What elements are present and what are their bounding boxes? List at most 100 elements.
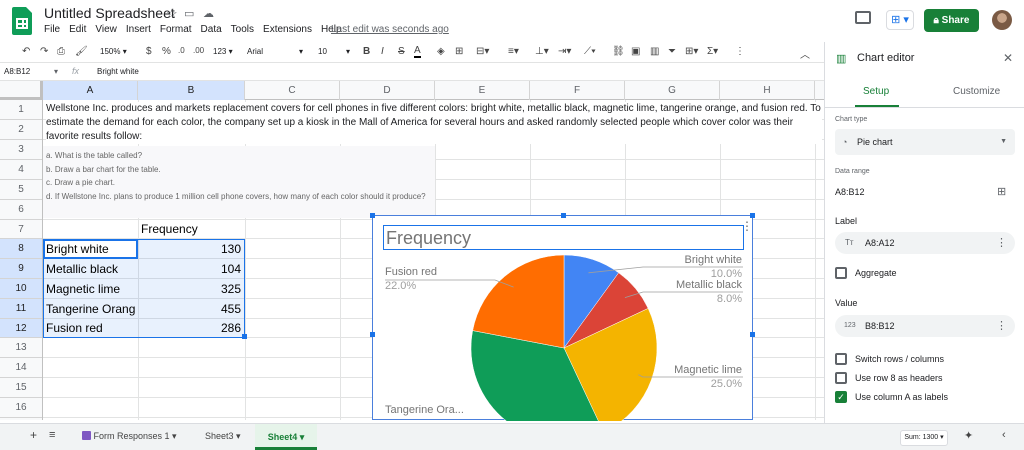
fill-handle[interactable] [242, 334, 247, 339]
more-tools-icon[interactable]: ⋮ [735, 46, 745, 57]
column-header-h[interactable]: H [720, 81, 815, 100]
row-header-6[interactable]: 6 [0, 200, 42, 220]
menu-view[interactable]: View [95, 24, 117, 35]
align-vertical-icon[interactable]: ⊥▾ [535, 46, 549, 57]
move-folder-icon[interactable]: ▭ [184, 7, 194, 20]
present-button[interactable]: ⊞ ▾ [886, 10, 914, 30]
table-row-freq[interactable]: 286 [141, 321, 241, 335]
switch-rows-columns-checkbox[interactable] [835, 353, 847, 365]
share-button[interactable]: 🔒︎ Share [924, 9, 979, 32]
text-wrap-icon[interactable]: ⇥▾ [558, 46, 571, 57]
sheets-logo-icon[interactable] [12, 7, 32, 35]
chart-type-select[interactable]: ◔ Pie chart ▼ [835, 129, 1015, 155]
row-header-8[interactable]: 8 [0, 239, 42, 259]
functions-icon[interactable]: Σ▾ [707, 46, 718, 57]
currency-format-button[interactable]: $ [146, 46, 152, 57]
row-header-5[interactable]: 5 [0, 180, 42, 200]
row-header-12[interactable]: 12 [0, 319, 42, 338]
tab-customize[interactable]: Customize [953, 86, 1000, 97]
increase-decimal-button[interactable]: .00 [193, 46, 204, 55]
menu-data[interactable]: Data [201, 24, 222, 35]
star-icon[interactable]: ☆ [166, 6, 178, 22]
print-icon[interactable]: ⎙ [57, 46, 65, 57]
row-header-13[interactable]: 13 [0, 338, 42, 358]
use-column-a-labels-checkbox[interactable]: ✓ [835, 391, 847, 403]
insert-comment-icon[interactable]: ▣ [631, 46, 640, 57]
all-sheets-icon[interactable]: ≡ [49, 429, 55, 441]
menu-edit[interactable]: Edit [69, 24, 86, 35]
column-header-a[interactable]: A [43, 81, 138, 100]
row-header-4[interactable]: 4 [0, 160, 42, 180]
sheet-tab-sheet3[interactable]: Sheet3 ▾ [205, 431, 241, 442]
table-row-freq[interactable]: 104 [141, 262, 241, 276]
column-header-c[interactable]: C [245, 81, 340, 100]
font-select[interactable]: Arial ▾ [247, 45, 305, 59]
sum-indicator[interactable]: Sum: 1300 ▾ [900, 430, 948, 446]
tab-setup[interactable]: Setup [863, 86, 889, 97]
row-header-15[interactable]: 15 [0, 378, 42, 398]
document-title[interactable]: Untitled Spreadsheet [44, 5, 175, 21]
redo-icon[interactable]: ↷ [40, 46, 48, 57]
table-row-color[interactable]: Metallic black [46, 262, 138, 276]
menu-insert[interactable]: Insert [126, 24, 151, 35]
table-row-freq[interactable]: 130 [141, 242, 241, 256]
select-range-icon[interactable]: ⊞ [997, 185, 1006, 198]
menu-extensions[interactable]: Extensions [263, 24, 312, 35]
text-rotation-icon[interactable]: ⟋▾ [584, 46, 596, 57]
decrease-decimal-button[interactable]: .0 [178, 46, 185, 55]
cloud-status-icon[interactable]: ☁ [203, 7, 214, 20]
frequency-header-cell[interactable]: Frequency [141, 222, 241, 236]
data-range-value[interactable]: A8:B12 [835, 187, 865, 197]
name-box[interactable]: A8:B12 ▾ [4, 67, 62, 76]
row-header-3[interactable]: 3 [0, 140, 42, 160]
column-header-f[interactable]: F [530, 81, 625, 100]
fill-color-icon[interactable]: ◈ [437, 46, 445, 57]
more-options-icon[interactable]: ⋮ [996, 232, 1007, 254]
row-header-16[interactable]: 16 [0, 398, 42, 418]
select-all-corner[interactable] [0, 81, 43, 100]
row-header-2[interactable]: 2 [0, 120, 42, 140]
sheet-tab-form-responses[interactable]: Form Responses 1 ▾ [82, 431, 177, 442]
row-header-1[interactable]: 1 [0, 100, 42, 120]
table-row-freq[interactable]: 455 [141, 302, 241, 316]
row-header-10[interactable]: 10 [0, 279, 42, 299]
use-row-8-headers-checkbox[interactable] [835, 372, 847, 384]
align-horizontal-icon[interactable]: ≡▾ [508, 46, 519, 57]
value-range[interactable]: 123 B8:B12 ⋮ [835, 315, 1015, 337]
column-header-d[interactable]: D [340, 81, 435, 100]
strikethrough-button[interactable]: S [398, 46, 405, 57]
text-color-button[interactable]: A [414, 46, 421, 58]
column-header-e[interactable]: E [435, 81, 530, 100]
italic-button[interactable]: I [381, 46, 384, 57]
more-formats-button[interactable]: 123 ▾ [213, 45, 233, 59]
column-header-g[interactable]: G [625, 81, 720, 100]
percent-format-button[interactable]: % [162, 46, 171, 57]
merge-cells-icon[interactable]: ⊟▾ [476, 46, 489, 57]
menu-format[interactable]: Format [160, 24, 192, 35]
filter-icon[interactable]: ⏷ [668, 46, 676, 57]
row-header-14[interactable]: 14 [0, 358, 42, 378]
bold-button[interactable]: B [363, 46, 370, 57]
table-row-freq[interactable]: 325 [141, 282, 241, 296]
row-header-7[interactable]: 7 [0, 220, 42, 239]
table-row-color[interactable]: Magnetic lime [46, 282, 138, 296]
filter-views-icon[interactable]: ⊞▾ [685, 46, 698, 57]
menu-file[interactable]: File [44, 24, 60, 35]
formula-input[interactable]: Bright white [97, 67, 139, 76]
zoom-select[interactable]: 150% ▾ [100, 45, 127, 59]
collapse-toolbar-icon[interactable]: ︿ [800, 46, 810, 61]
table-row-color[interactable]: Fusion red [46, 321, 138, 335]
sheet-tab-sheet4[interactable]: Sheet4 ▾ [255, 424, 317, 450]
borders-icon[interactable]: ⊞ [455, 46, 463, 57]
column-header-b[interactable]: B [138, 81, 245, 100]
menu-tools[interactable]: Tools [231, 24, 254, 35]
comment-history-icon[interactable] [855, 11, 871, 24]
row-header-9[interactable]: 9 [0, 259, 42, 279]
table-row-color[interactable]: Bright white [46, 242, 138, 256]
last-edit-link[interactable]: Last edit was seconds ago [331, 24, 449, 35]
close-icon[interactable]: ✕ [1003, 51, 1013, 65]
avatar[interactable] [992, 10, 1012, 30]
font-size-select[interactable]: 10 ▾ [318, 45, 354, 59]
paint-format-icon[interactable]: 🖌︎ [75, 46, 88, 57]
pie-chart[interactable]: ⋮ Frequency Bright white 10.0% Metallic … [370, 213, 755, 421]
